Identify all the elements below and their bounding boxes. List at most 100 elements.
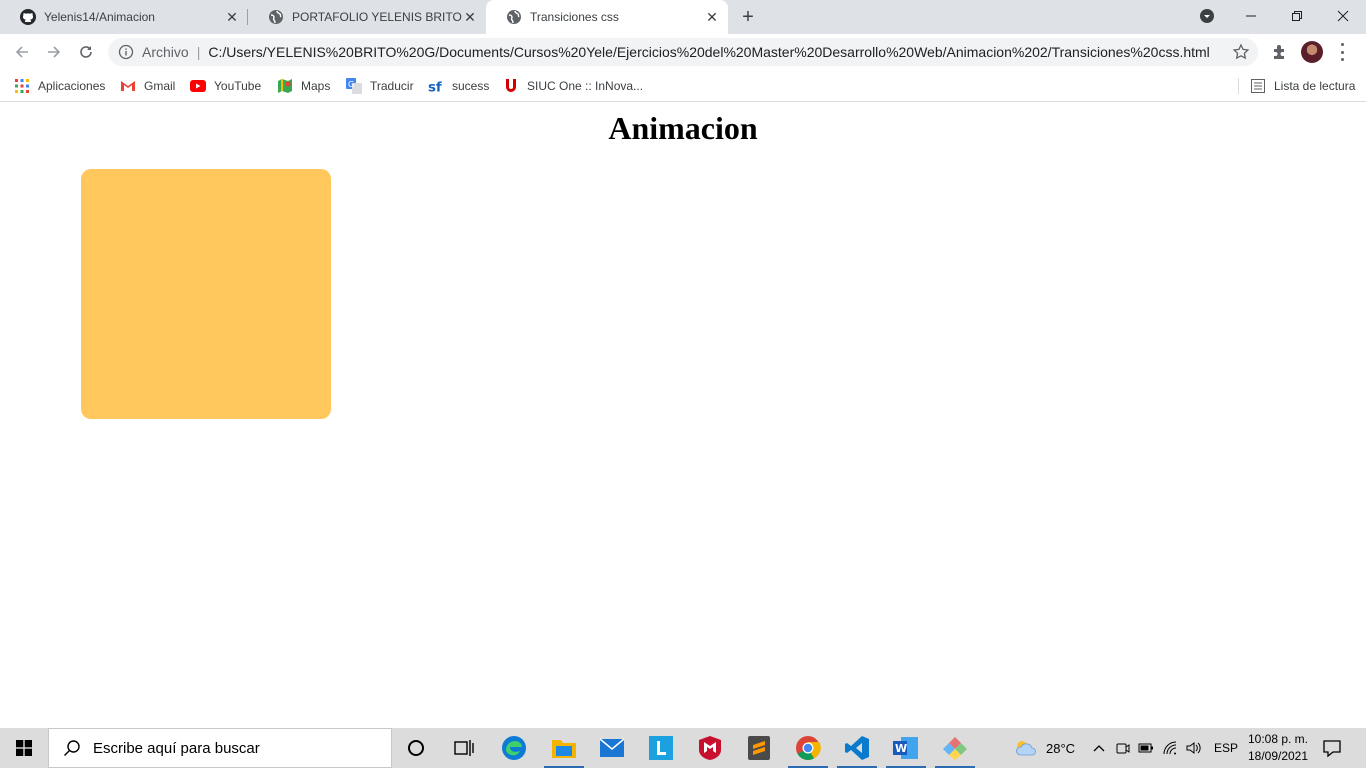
- bookmark-gmail[interactable]: Gmail: [120, 76, 175, 96]
- extensions-puzzle-icon[interactable]: [1270, 42, 1290, 62]
- svg-text:W: W: [895, 742, 907, 755]
- start-button[interactable]: [0, 728, 48, 768]
- chevron-up-icon[interactable]: [1092, 741, 1106, 755]
- bookmark-traducir[interactable]: G Traducir: [346, 76, 414, 96]
- word-icon: W: [893, 737, 918, 759]
- info-icon[interactable]: [118, 44, 134, 60]
- search-placeholder: Escribe aquí para buscar: [93, 739, 260, 757]
- chrome-menu-button[interactable]: [1336, 43, 1348, 61]
- minimize-icon: [1246, 15, 1256, 17]
- reading-list-icon: [1250, 78, 1266, 94]
- vscode-icon: [845, 736, 869, 760]
- l-app-icon: [649, 736, 673, 760]
- minimize-button[interactable]: [1228, 0, 1274, 32]
- taskbar-clock[interactable]: 10:08 p. m. 18/09/2021: [1240, 731, 1316, 765]
- weather-widget[interactable]: 28°C: [1014, 728, 1075, 768]
- close-tab-icon[interactable]: ✕: [462, 9, 478, 25]
- restore-button[interactable]: [1274, 0, 1320, 32]
- tab-title: Transiciones css: [530, 10, 619, 24]
- edge-icon: [502, 736, 526, 760]
- browser-tabstrip: Yelenis14/Animacion ✕ PORTAFOLIO YELENIS…: [0, 0, 1366, 34]
- partly-cloudy-icon: [1016, 741, 1036, 756]
- forward-button[interactable]: [40, 38, 68, 66]
- battery-icon[interactable]: [1138, 742, 1154, 754]
- arrow-left-icon: [15, 46, 28, 58]
- github-icon: [20, 9, 36, 25]
- tab-github[interactable]: Yelenis14/Animacion ✕: [0, 0, 248, 34]
- mail-icon: [599, 738, 625, 757]
- browser-toolbar: Archivo | C:/Users/YELENIS%20BRITO%20G/D…: [0, 34, 1366, 70]
- taskbar-lexicon[interactable]: [637, 728, 685, 768]
- globe-icon: [269, 10, 283, 24]
- taskbar-mail[interactable]: [588, 728, 636, 768]
- reading-list-button[interactable]: Lista de lectura: [1250, 76, 1355, 96]
- svg-text:sf: sf: [428, 80, 442, 94]
- tab-search-button[interactable]: [1184, 0, 1230, 32]
- restore-icon: [1292, 11, 1302, 21]
- close-tab-icon[interactable]: ✕: [224, 9, 240, 25]
- taskbar-sublime[interactable]: [735, 728, 783, 768]
- bookmarks-bar: Aplicaciones Gmail YouTube Maps G Traduc…: [0, 70, 1366, 102]
- bookmark-aplicaciones[interactable]: Aplicaciones: [14, 76, 105, 96]
- search-icon: [64, 740, 80, 756]
- address-bar[interactable]: Archivo | C:/Users/YELENIS%20BRITO%20G/D…: [108, 38, 1258, 66]
- system-tray: ESP: [1092, 728, 1238, 768]
- close-icon: [1337, 10, 1349, 22]
- taskbar-chrome[interactable]: [784, 728, 832, 768]
- sublime-text-icon: [748, 736, 770, 760]
- wifi-icon[interactable]: [1162, 741, 1178, 755]
- bookmark-label: Gmail: [144, 79, 176, 93]
- mcafee-shield-icon: [699, 736, 721, 760]
- back-button[interactable]: [8, 38, 36, 66]
- bookmark-sucess[interactable]: sf sucess: [428, 76, 489, 96]
- url-text[interactable]: C:/Users/YELENIS%20BRITO%20G/Documents/C…: [208, 44, 1209, 60]
- volume-icon[interactable]: [1186, 741, 1202, 755]
- bookmark-label: YouTube: [214, 79, 262, 93]
- bookmark-siuc[interactable]: SIUC One :: InNova...: [503, 76, 643, 96]
- taskbar-mcafee[interactable]: [686, 728, 734, 768]
- scheme-divider: |: [196, 44, 201, 60]
- close-tab-icon[interactable]: ✕: [704, 9, 720, 25]
- bookmark-youtube[interactable]: YouTube: [190, 76, 261, 96]
- profile-avatar[interactable]: [1301, 41, 1323, 63]
- weather-temperature: 28°C: [1046, 740, 1076, 756]
- windows-logo-icon: [16, 740, 32, 756]
- bookmark-label: Aplicaciones: [38, 79, 106, 93]
- taskbar-edge[interactable]: [490, 728, 538, 768]
- taskbar-search[interactable]: Escribe aquí para buscar: [48, 728, 392, 768]
- reload-icon: [80, 46, 92, 58]
- tab-title: PORTAFOLIO YELENIS BRITO GONZALEZ: [292, 10, 462, 24]
- reload-button[interactable]: [72, 38, 100, 66]
- clock-date: 18/09/2021: [1247, 749, 1309, 763]
- folder-icon: [552, 740, 576, 758]
- tab-transiciones-css[interactable]: Transiciones css ✕: [486, 0, 728, 34]
- taskbar-file-explorer[interactable]: [540, 728, 588, 768]
- bookmark-label: Traducir: [370, 79, 414, 93]
- cortana-button[interactable]: [392, 728, 440, 768]
- meet-now-icon[interactable]: [1116, 741, 1130, 755]
- bookmark-label: SIUC One :: InNova...: [527, 79, 644, 93]
- taskbar-vscode[interactable]: [833, 728, 881, 768]
- tab-portafolio[interactable]: PORTAFOLIO YELENIS BRITO GONZALEZ ✕: [248, 0, 486, 34]
- taskbar-git-kraken[interactable]: [931, 728, 979, 768]
- notifications-icon[interactable]: [1320, 736, 1344, 760]
- new-tab-button[interactable]: +: [736, 5, 760, 29]
- bookmark-maps[interactable]: Maps: [277, 76, 330, 96]
- close-window-button[interactable]: [1320, 0, 1366, 32]
- page-heading: Animacion: [608, 110, 758, 146]
- task-view-button[interactable]: [440, 728, 488, 768]
- maps-icon: [277, 78, 293, 94]
- bookmarks-divider: [1238, 78, 1239, 94]
- task-view-icon: [454, 740, 474, 756]
- input-language[interactable]: ESP: [1214, 741, 1238, 755]
- clock-time: 10:08 p. m.: [1247, 732, 1309, 746]
- git-app-icon: [943, 737, 967, 760]
- windows-taskbar: Escribe aquí para buscar W 28°C ESP 10:0…: [0, 728, 1366, 768]
- animated-box[interactable]: [81, 169, 331, 419]
- tab-title: Yelenis14/Animacion: [44, 10, 155, 24]
- bookmark-star-icon[interactable]: [1232, 43, 1250, 61]
- chrome-icon: [796, 736, 821, 761]
- cortana-circle-icon: [408, 740, 424, 756]
- translate-icon: G: [346, 78, 362, 94]
- taskbar-word[interactable]: W: [882, 728, 930, 768]
